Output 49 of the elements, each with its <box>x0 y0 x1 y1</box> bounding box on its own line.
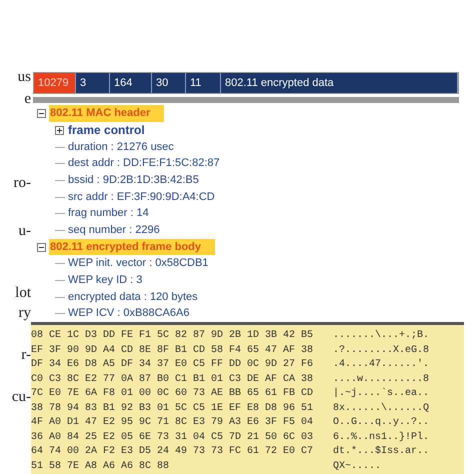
page-text: u- <box>18 224 31 239</box>
tree-item[interactable]: dest addr : DD:FE:F1:5C:82:87 <box>67 155 221 172</box>
hex-bytes: EF 3F 90 9D A4 CD 8E 8F B1 CD 58 F4 65 47 AF 38 <box>31 344 314 358</box>
ascii-text: .......\...+.;B. <box>333 329 430 343</box>
packet-cell: 164 <box>110 73 152 93</box>
ascii-text: ....w..........8 <box>333 372 430 386</box>
expand-icon[interactable] <box>55 126 64 135</box>
hex-bytes: 36 A0 84 25 E2 05 6E 73 31 04 C5 7D 21 50 6C 03 <box>31 430 314 444</box>
tree-item[interactable]: duration : 21276 usec <box>67 138 175 156</box>
tree-item[interactable]: WEP ICV : 0xB88CA6A6 <box>67 305 190 322</box>
hex-bytes: 64 74 00 2A F2 E3 D5 24 49 73 73 FC 61 72 E0 C7 <box>31 445 314 459</box>
ascii-text: 8x......\......Q <box>333 402 430 416</box>
hex-bytes: 08 CE 1C D3 DD FE F1 5C 82 87 9D 2B 1D 3B 42 B5 <box>31 329 314 343</box>
tree-item[interactable]: seq number : 2296 <box>67 222 161 239</box>
page-text: r- <box>21 348 31 363</box>
page-text: cu- <box>12 390 31 405</box>
ascii-text: QX~..... <box>333 460 382 474</box>
packet-cell: 11 <box>186 73 221 93</box>
ascii-text: .4....47......'. <box>333 358 430 372</box>
packet-cell: 3 <box>76 73 110 93</box>
ascii-text: .?........X.eG.8 <box>333 344 430 358</box>
page-text: ro- <box>14 176 31 191</box>
tree-item[interactable]: WEP key ID : 3 <box>67 272 144 289</box>
tree-item[interactable]: bssid : 9D:2B:1D:3B:42:B5 <box>67 172 200 189</box>
page-text: lot <box>15 286 31 301</box>
tree-item[interactable]: frag number : 14 <box>67 205 150 222</box>
packet-cell: 802.11 encrypted data <box>221 73 458 93</box>
collapse-icon[interactable] <box>37 108 46 118</box>
ascii-text: 6..%..ns1..}!Pl. <box>333 430 430 444</box>
ascii-text: dt.*...$Iss.ar.. <box>333 445 430 459</box>
page-text: e <box>24 92 31 107</box>
hex-bytes: C0 C3 8C E2 77 0A 87 B0 C1 B1 01 C3 DE AF CA 38 <box>31 372 314 386</box>
hex-bytes: 7C E0 7E 6A F8 01 00 0C 60 73 AE BB 65 61 FB CD <box>31 387 314 401</box>
page-text: ry <box>18 306 31 321</box>
ascii-text: |.~j....`s..ea.. <box>333 387 430 401</box>
page-text: us <box>18 70 31 85</box>
hex-bytes: DF 34 E6 D8 A5 DF 34 37 E0 C5 FF DD 0C 9D 27 F6 <box>31 359 314 372</box>
packet-cell: 10279 <box>34 73 76 93</box>
tree-item[interactable]: encrypted data : 120 bytes <box>67 288 199 306</box>
hex-bytes: 4F A0 D1 47 E2 95 9C 71 8C E3 79 A3 E6 3F F5 04 <box>31 416 314 430</box>
hex-bytes: 51 58 7E A8 A6 A6 8C 88 <box>31 460 170 474</box>
collapse-icon[interactable] <box>37 242 46 252</box>
packet-list-row[interactable]: 10279 3 164 30 11 802.11 encrypted data <box>33 72 459 94</box>
tree-item[interactable]: frame control <box>67 121 146 140</box>
ascii-text: O..G...q..y..?.. <box>333 416 430 430</box>
hex-bytes: 38 78 94 83 B1 92 B3 01 5C C5 1E EF E8 D8 96 51 <box>31 402 314 416</box>
tree-item[interactable]: WEP init. vector : 0x58CDB1 <box>67 255 210 272</box>
tree-item[interactable]: src addr : EF:3F:90:9D:A4:CD <box>67 188 216 206</box>
packet-cell: 30 <box>152 73 186 93</box>
